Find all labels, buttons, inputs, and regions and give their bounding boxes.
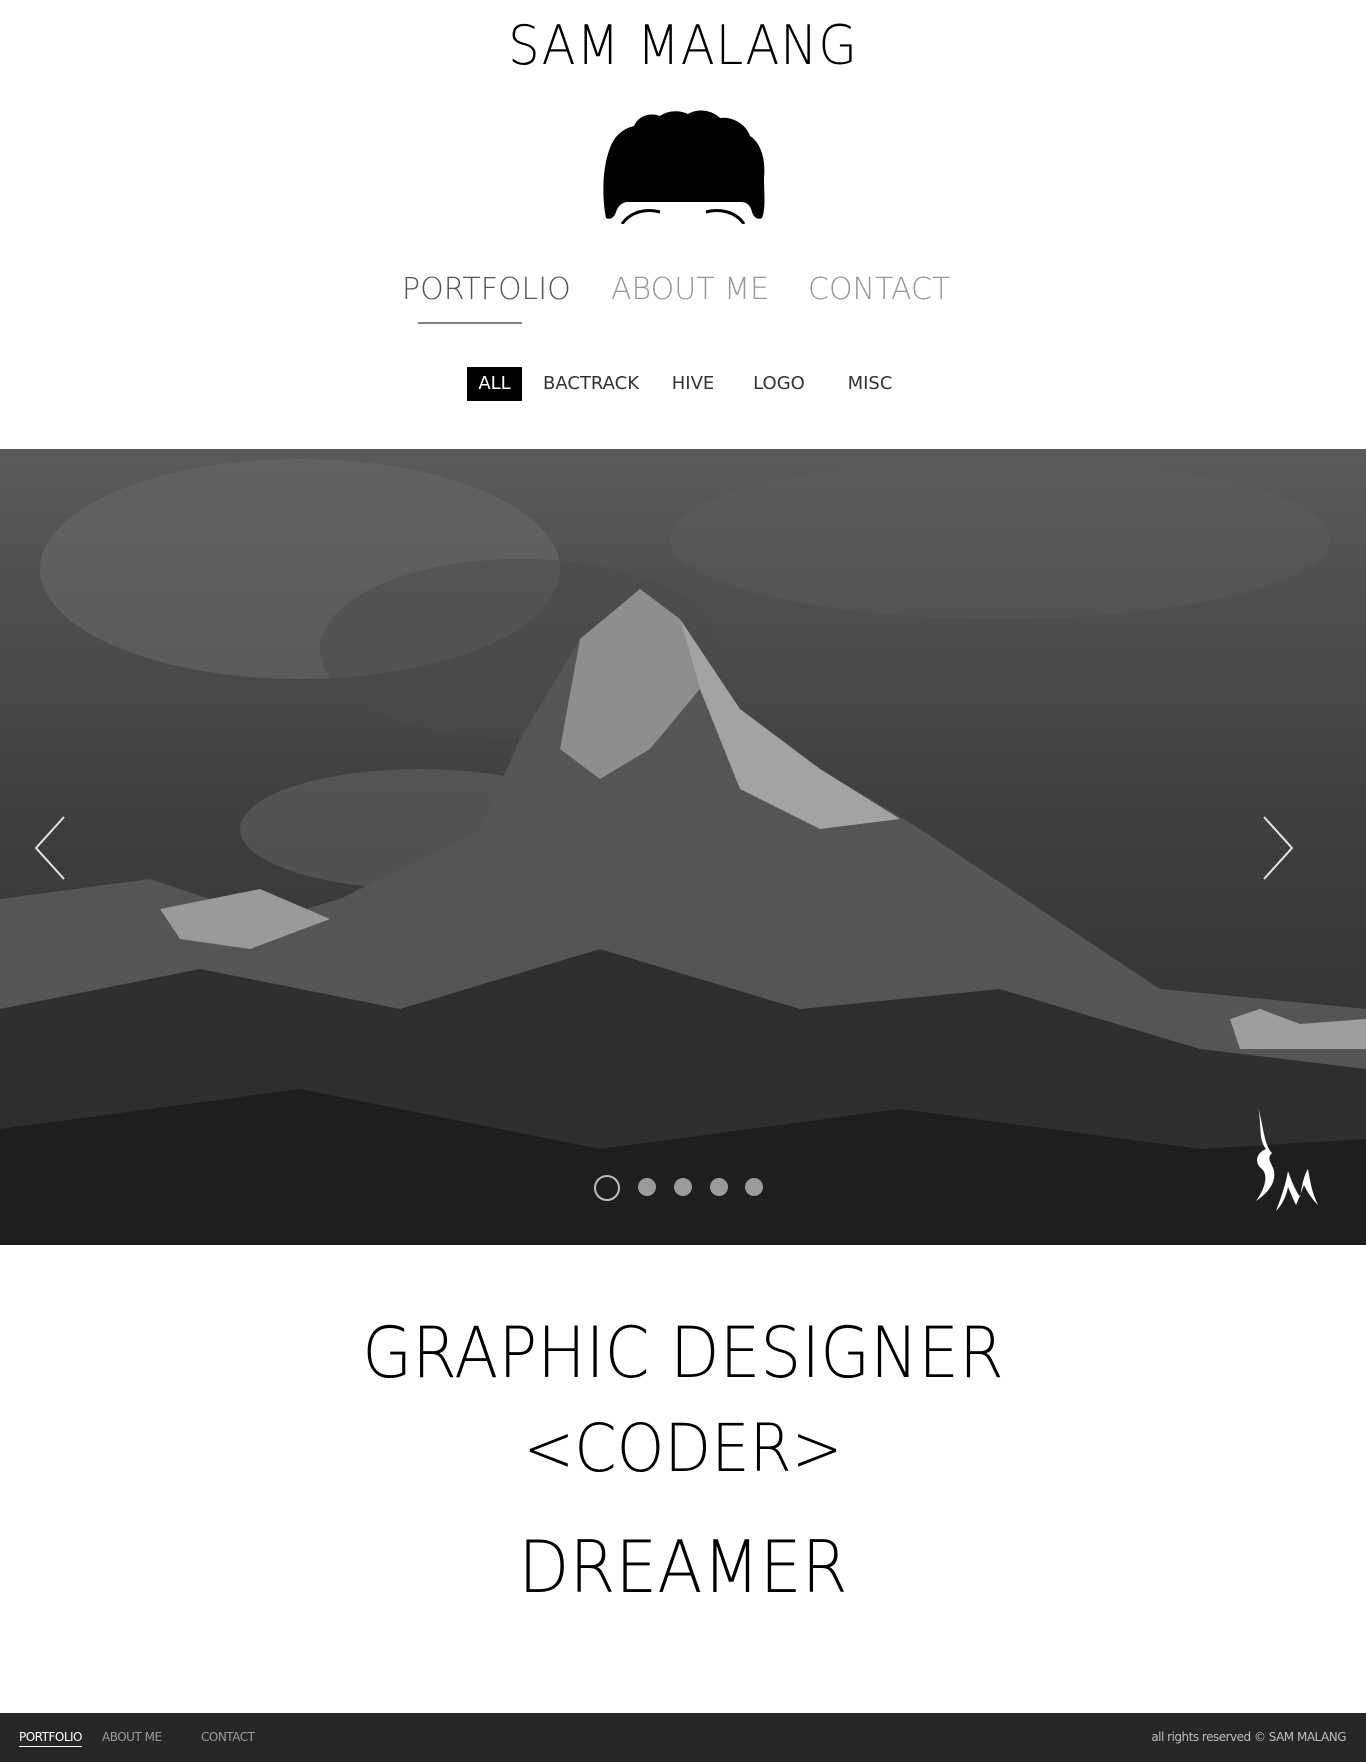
tagline-graphic-designer: GRAPHIC DESIGNER: [362, 1312, 1004, 1394]
slider-dot-5[interactable]: [745, 1178, 763, 1196]
filter-misc[interactable]: MISC: [842, 367, 898, 401]
filter-hive[interactable]: HIVE: [670, 367, 716, 401]
slider-dot-3[interactable]: [674, 1178, 692, 1196]
avatar-logo: [603, 110, 765, 224]
footer: PORTFOLIO ABOUT ME CONTACT all rights re…: [0, 1713, 1366, 1762]
filter-all[interactable]: ALL: [467, 367, 522, 401]
chevron-right-icon[interactable]: [1258, 813, 1298, 883]
filter-logo[interactable]: LOGO: [750, 367, 808, 401]
footer-portfolio[interactable]: PORTFOLIO: [19, 1730, 83, 1747]
tagline-coder: <CODER>: [523, 1410, 843, 1487]
site-title: SAM MALANG: [508, 14, 858, 77]
footer-contact[interactable]: CONTACT: [201, 1730, 255, 1744]
nav-contact[interactable]: CONTACT: [808, 272, 950, 307]
mountain-image: [0, 459, 1366, 1245]
main-nav: PORTFOLIO ABOUT ME CONTACT: [0, 272, 1366, 332]
nav-active-underline: [418, 322, 522, 324]
filter-bar: ALL BACTRACK HIVE LOGO MISC: [0, 367, 1366, 401]
sm-monogram-logo: [1256, 1107, 1318, 1211]
footer-about-me[interactable]: ABOUT ME: [102, 1730, 162, 1744]
filter-bactrack[interactable]: BACTRACK: [542, 367, 640, 401]
slider-dot-2[interactable]: [638, 1178, 656, 1196]
slider-dot-1[interactable]: [594, 1175, 620, 1201]
hero-slider: [0, 449, 1366, 1245]
slider-dots: [594, 1172, 774, 1201]
chevron-left-icon[interactable]: [30, 813, 70, 883]
slider-dot-4[interactable]: [710, 1178, 728, 1196]
footer-copyright: all rights reserved © SAM MALANG: [1151, 1730, 1346, 1744]
nav-portfolio[interactable]: PORTFOLIO: [402, 272, 571, 307]
tagline-dreamer: DREAMER: [518, 1525, 848, 1609]
nav-about-me[interactable]: ABOUT ME: [611, 272, 769, 307]
